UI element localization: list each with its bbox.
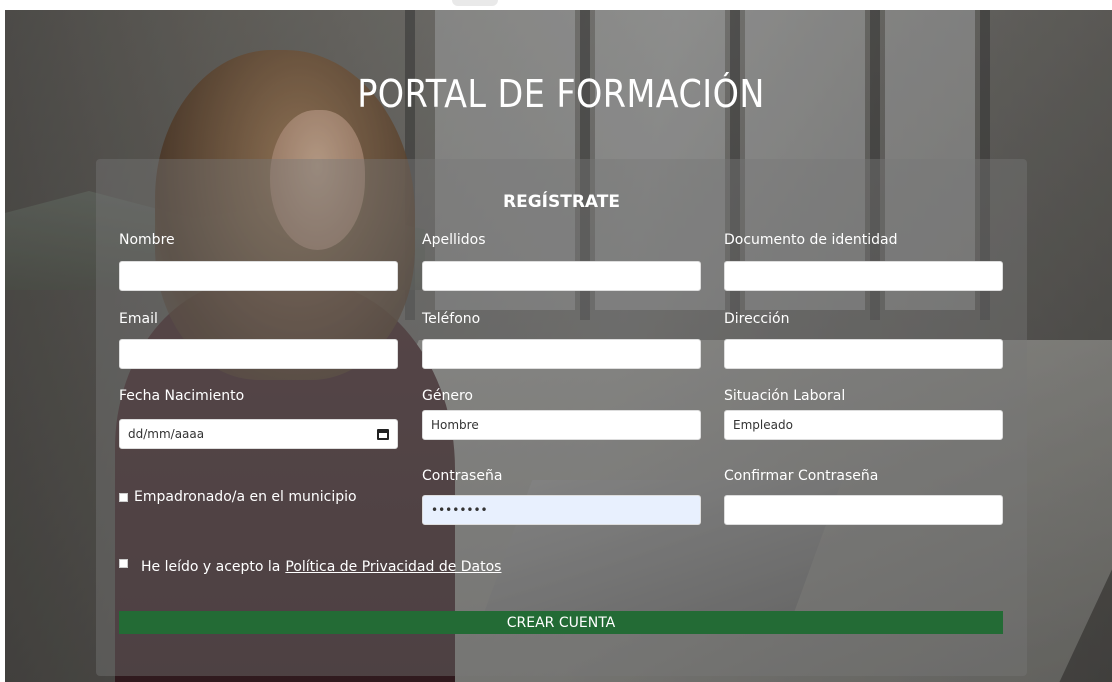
apellidos-label: Apellidos	[422, 232, 486, 248]
empadronado-label: Empadronado/a en el municipio	[134, 489, 357, 505]
form-heading: REGÍSTRATE	[503, 192, 620, 212]
documento-input[interactable]	[724, 261, 1003, 291]
contrasena-input[interactable]: ••••••••	[422, 495, 701, 525]
empadronado-checkbox-row[interactable]: Empadronado/a en el municipio	[119, 489, 357, 505]
nombre-input[interactable]	[119, 261, 398, 291]
logo-tab	[452, 0, 498, 6]
direccion-label: Dirección	[724, 311, 790, 327]
contrasena-label: Contraseña	[422, 468, 503, 484]
fecha-nacimiento-input[interactable]: dd/mm/aaaa	[119, 419, 398, 449]
telefono-input[interactable]	[422, 339, 701, 369]
email-label: Email	[119, 311, 158, 327]
genero-value: Hombre	[431, 418, 479, 432]
privacidad-checkbox-row[interactable]: He leído y acepto la Política de Privaci…	[119, 558, 501, 575]
crear-cuenta-button[interactable]: CREAR CUENTA	[119, 611, 1003, 634]
privacidad-link[interactable]: Política de Privacidad de Datos	[285, 559, 501, 575]
situacion-value: Empleado	[733, 418, 793, 432]
calendar-icon[interactable]	[377, 428, 389, 440]
page-title: PORTAL DE FORMACIÓN	[357, 72, 765, 116]
fecha-placeholder: dd/mm/aaaa	[128, 427, 205, 441]
apellidos-input[interactable]	[422, 261, 701, 291]
contrasena-value: ••••••••	[431, 503, 488, 517]
nombre-label: Nombre	[119, 232, 175, 248]
empadronado-checkbox[interactable]	[119, 492, 128, 502]
confirmar-contrasena-input[interactable]	[724, 495, 1003, 525]
fecha-label: Fecha Nacimiento	[119, 388, 245, 404]
telefono-label: Teléfono	[422, 311, 481, 327]
confirmar-label: Confirmar Contraseña	[724, 468, 879, 484]
privacidad-text: He leído y acepto la	[141, 559, 281, 575]
situacion-select[interactable]: Empleado	[724, 410, 1003, 440]
direccion-input[interactable]	[724, 339, 1003, 369]
email-input[interactable]	[119, 339, 398, 369]
genero-label: Género	[422, 388, 473, 404]
documento-label: Documento de identidad	[724, 232, 898, 248]
privacidad-checkbox[interactable]	[119, 558, 128, 568]
genero-select[interactable]: Hombre	[422, 410, 701, 440]
situacion-label: Situación Laboral	[724, 388, 846, 404]
